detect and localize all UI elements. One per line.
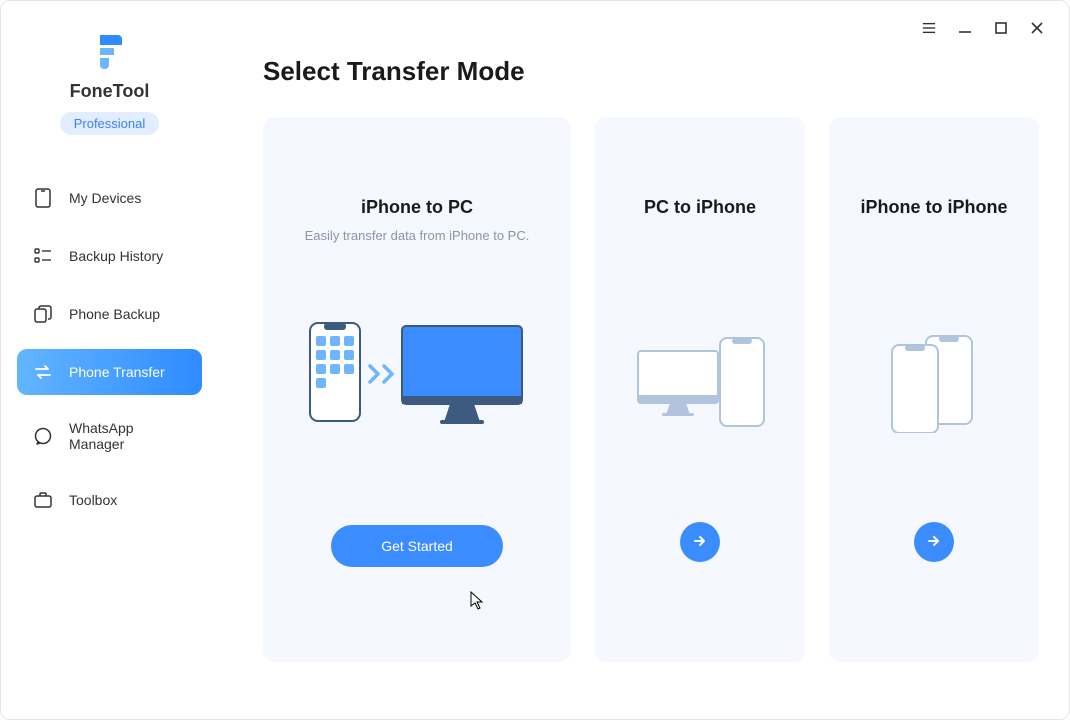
iphone-to-pc-illustration [302,303,532,443]
sidebar-item-backup-history[interactable]: Backup History [17,233,202,279]
brand: FoneTool Professional [1,31,218,135]
arrow-right-icon [926,533,942,552]
app-window: FoneTool Professional My Devices Backup … [0,0,1070,720]
iphone-to-iphone-illustration [874,313,994,453]
sidebar-item-whatsapp-manager[interactable]: WhatsApp Manager [17,407,202,465]
window-controls [922,21,1044,35]
briefcase-icon [33,490,53,510]
nav-label: Phone Transfer [69,364,165,380]
device-icon [33,188,53,208]
sidebar-item-phone-backup[interactable]: Phone Backup [17,291,202,337]
arrow-right-icon [692,533,708,552]
card-title: iPhone to iPhone [861,197,1008,218]
maximize-icon[interactable] [994,21,1008,35]
sidebar-item-phone-transfer[interactable]: Phone Transfer [17,349,202,395]
brand-name: FoneTool [70,81,150,102]
pro-badge: Professional [60,112,160,135]
card-title: PC to iPhone [644,197,756,218]
arrow-button[interactable] [680,522,720,562]
main-content: Select Transfer Mode iPhone to PC Easily… [218,1,1069,719]
app-logo-icon [90,31,130,71]
sidebar-nav: My Devices Backup History Phone Backup P… [1,165,218,545]
nav-label: Toolbox [69,492,117,508]
page-title: Select Transfer Mode [263,56,1039,87]
nav-label: Phone Backup [69,306,160,322]
chat-icon [33,426,53,446]
transfer-icon [33,362,53,382]
pc-to-iphone-illustration [630,313,770,453]
card-pc-to-iphone[interactable]: PC to iPhone [595,117,805,662]
sidebar-item-my-devices[interactable]: My Devices [17,175,202,221]
card-iphone-to-iphone[interactable]: iPhone to iPhone [829,117,1039,662]
list-icon [33,246,53,266]
sidebar: FoneTool Professional My Devices Backup … [1,1,218,719]
nav-label: Backup History [69,248,163,264]
sidebar-item-toolbox[interactable]: Toolbox [17,477,202,523]
card-title: iPhone to PC [361,197,473,218]
close-icon[interactable] [1030,21,1044,35]
nav-label: My Devices [69,190,141,206]
card-desc: Easily transfer data from iPhone to PC. [305,228,530,243]
get-started-button[interactable]: Get Started [331,525,503,567]
minimize-icon[interactable] [958,21,972,35]
transfer-mode-cards: iPhone to PC Easily transfer data from i… [263,117,1039,662]
menu-icon[interactable] [922,21,936,35]
nav-label: WhatsApp Manager [69,420,186,452]
arrow-button[interactable] [914,522,954,562]
card-iphone-to-pc[interactable]: iPhone to PC Easily transfer data from i… [263,117,571,662]
copy-icon [33,304,53,324]
